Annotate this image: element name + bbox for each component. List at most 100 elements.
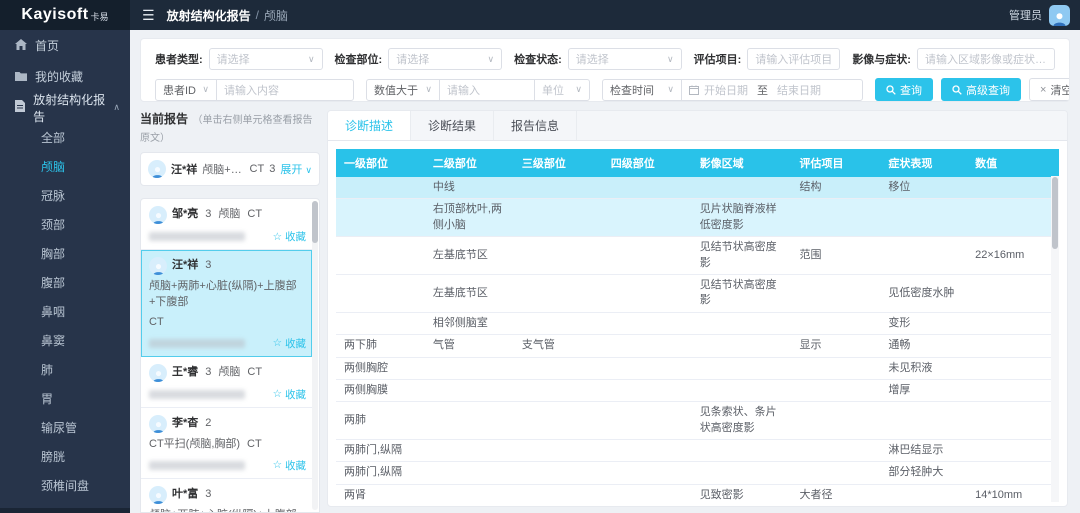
unit-select[interactable]: 单位 ∨ (534, 79, 590, 101)
favorite-button[interactable]: ☆收藏 (273, 336, 306, 351)
table-cell[interactable] (791, 379, 880, 401)
table-cell[interactable]: 通畅 (880, 335, 967, 357)
table-cell[interactable]: 结构 (791, 177, 880, 199)
table-cell[interactable] (692, 462, 792, 484)
table-cell[interactable] (603, 335, 692, 357)
table-cell[interactable]: 右顶部枕叶,两侧小脑 (425, 199, 514, 237)
user-avatar[interactable] (1049, 5, 1070, 26)
table-cell[interactable] (692, 335, 792, 357)
sidebar-item-all[interactable]: 全部 (0, 123, 130, 152)
sidebar-item-nasopharynx[interactable]: 鼻咽 (0, 297, 130, 326)
table-cell[interactable] (791, 357, 880, 379)
table-cell[interactable]: 22×16mm (967, 237, 1045, 275)
table-cell[interactable] (425, 440, 514, 462)
table-cell[interactable]: 两下肺 (336, 335, 425, 357)
table-cell[interactable]: 移位 (880, 177, 967, 199)
sidebar-item-sinus[interactable]: 鼻窦 (0, 326, 130, 355)
table-cell[interactable] (514, 177, 603, 199)
image-symptom-input[interactable]: 请输入区域影像或症状表现 (917, 48, 1055, 70)
clear-button[interactable]: × 清空 (1029, 78, 1070, 101)
table-cell[interactable]: 范围 (791, 237, 880, 275)
table-cell[interactable]: 见条索状、条片状高密度影 (692, 402, 792, 440)
table-cell[interactable] (336, 312, 425, 334)
table-cell[interactable] (791, 199, 880, 237)
table-cell[interactable] (514, 274, 603, 312)
table-cell[interactable]: 见结节状高密度影 (692, 274, 792, 312)
table-cell[interactable]: 两肺门,纵隔 (336, 440, 425, 462)
table-scrollbar-thumb[interactable] (1052, 177, 1058, 249)
table-cell[interactable] (514, 462, 603, 484)
table-cell[interactable] (425, 402, 514, 440)
report-list-item[interactable]: 王*睿 3 颅脑 CT ☆收藏 (141, 357, 312, 408)
table-cell[interactable] (603, 462, 692, 484)
value-compare-select[interactable]: 数值大于 ∨ (366, 79, 440, 101)
table-cell[interactable] (603, 402, 692, 440)
report-list-item[interactable]: 李*杳 2 CT平扫(颅脑,胸部) CT ☆收藏 (141, 408, 312, 479)
table-cell[interactable] (791, 402, 880, 440)
table-cell[interactable] (514, 440, 603, 462)
table-cell[interactable]: 支气管 (514, 335, 603, 357)
current-report-card[interactable]: 汪*祥 颅脑+两肺+心... CT 3 展开 ∨ (140, 152, 320, 186)
table-cell[interactable] (967, 440, 1045, 462)
favorite-button[interactable]: ☆收藏 (273, 458, 306, 473)
table-cell[interactable]: 中线 (425, 177, 514, 199)
table-cell[interactable] (967, 312, 1045, 334)
list-scrollbar-thumb[interactable] (312, 201, 318, 243)
sidebar-item-coronary[interactable]: 冠脉 (0, 181, 130, 210)
table-cell[interactable]: 见低密度水肿 (880, 274, 967, 312)
report-list-item[interactable]: 汪*祥 3 颅脑+两肺+心脏(纵隔)+上腹部+下腹部 CT ☆收藏 (141, 250, 312, 357)
table-scrollbar[interactable] (1051, 176, 1059, 502)
table-cell[interactable] (603, 484, 692, 502)
table-cell[interactable] (336, 237, 425, 275)
table-cell[interactable] (425, 484, 514, 502)
tab-report-info[interactable]: 报告信息 (494, 111, 577, 140)
advanced-search-button[interactable]: 高级查询 (941, 78, 1021, 101)
table-cell[interactable] (336, 274, 425, 312)
list-scrollbar[interactable] (312, 201, 318, 510)
table-cell[interactable] (880, 484, 967, 502)
table-cell[interactable] (880, 402, 967, 440)
sidebar-item-home[interactable]: 首页 (0, 30, 130, 61)
table-cell[interactable] (603, 440, 692, 462)
sidebar-item-favorites[interactable]: 我的收藏 (0, 61, 130, 92)
table-cell[interactable] (425, 462, 514, 484)
table-cell[interactable] (514, 357, 603, 379)
table-cell[interactable] (603, 357, 692, 379)
exam-part-select[interactable]: 请选择 ∨ (388, 48, 502, 70)
patient-id-select[interactable]: 患者ID ∨ (155, 79, 217, 101)
table-cell[interactable]: 两肺 (336, 402, 425, 440)
sidebar-item-cranial[interactable]: 颅脑 (0, 152, 130, 181)
value-input[interactable]: 请输入 (439, 79, 535, 101)
table-cell[interactable]: 左基底节区 (425, 237, 514, 275)
table-cell[interactable]: 相邻侧脑室 (425, 312, 514, 334)
table-cell[interactable]: 14*10mm (967, 484, 1045, 502)
patient-type-select[interactable]: 请选择 ∨ (209, 48, 323, 70)
table-cell[interactable]: 变形 (880, 312, 967, 334)
table-cell[interactable] (514, 199, 603, 237)
report-list-item[interactable]: 叶*富 3 颅脑+两肺+心脏(纵隔)+上腹部+下腹部 CT ☆收藏 (141, 479, 312, 512)
table-cell[interactable] (692, 357, 792, 379)
report-list-item[interactable]: 邹*亮 3 颅脑 CT ☆收藏 (141, 199, 312, 250)
table-cell[interactable] (967, 462, 1045, 484)
exam-status-select[interactable]: 请选择 ∨ (568, 48, 682, 70)
table-cell[interactable]: 增厚 (880, 379, 967, 401)
table-cell[interactable] (336, 177, 425, 199)
table-cell[interactable] (603, 237, 692, 275)
table-cell[interactable] (967, 335, 1045, 357)
sidebar-item-cervical-disc[interactable]: 颈椎间盘 (0, 471, 130, 500)
search-button[interactable]: 查询 (875, 78, 933, 101)
table-cell[interactable]: 两侧胸腔 (336, 357, 425, 379)
table-cell[interactable] (791, 462, 880, 484)
table-cell[interactable] (603, 379, 692, 401)
table-cell[interactable]: 左基底节区 (425, 274, 514, 312)
sidebar-item-neck[interactable]: 颈部 (0, 210, 130, 239)
breadcrumb-root[interactable]: 放射结构化报告 (167, 7, 251, 24)
table-cell[interactable]: 气管 (425, 335, 514, 357)
table-cell[interactable]: 见致密影 (692, 484, 792, 502)
table-cell[interactable]: 未见积液 (880, 357, 967, 379)
table-cell[interactable] (603, 199, 692, 237)
table-cell[interactable] (514, 237, 603, 275)
table-cell[interactable] (880, 237, 967, 275)
table-cell[interactable] (692, 177, 792, 199)
table-cell[interactable] (967, 357, 1045, 379)
